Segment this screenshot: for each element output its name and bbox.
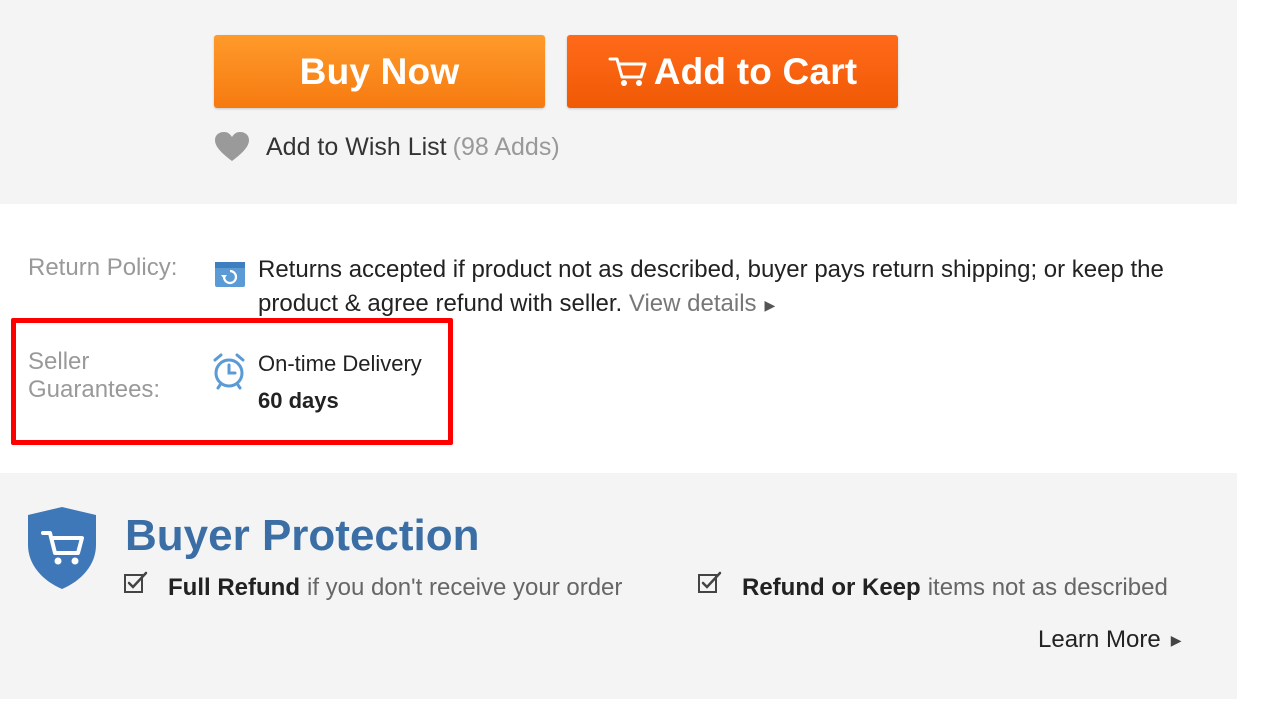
add-to-wish-list-link[interactable]: Add to Wish List (98 Adds) bbox=[214, 128, 560, 166]
refund-or-keep-item: Refund or Keep items not as described bbox=[698, 571, 1168, 602]
wish-list-count: (98 Adds) bbox=[452, 132, 560, 161]
alarm-clock-icon bbox=[212, 352, 246, 390]
return-icon bbox=[214, 258, 246, 288]
wish-list-label: Add to Wish List bbox=[266, 132, 447, 161]
shield-cart-icon bbox=[26, 505, 98, 591]
learn-more-link[interactable]: Learn More ▶ bbox=[1038, 626, 1182, 654]
on-time-delivery-label: On-time Delivery bbox=[258, 351, 422, 376]
buy-now-button[interactable]: Buy Now bbox=[214, 35, 545, 108]
heart-icon bbox=[214, 131, 250, 163]
seller-guarantees-label: Seller Guarantees: bbox=[28, 348, 161, 403]
refund-or-keep-text: items not as described bbox=[927, 574, 1168, 601]
full-refund-item: Full Refund if you don't receive your or… bbox=[124, 571, 623, 602]
cart-icon bbox=[608, 55, 648, 89]
add-to-cart-label: Add to Cart bbox=[653, 50, 858, 92]
checkbox-icon bbox=[698, 571, 722, 593]
caret-right-icon: ▶ bbox=[764, 296, 776, 313]
buy-now-label: Buy Now bbox=[299, 50, 460, 92]
return-policy-text: Returns accepted if product not as descr… bbox=[258, 253, 1228, 322]
add-to-cart-button[interactable]: Add to Cart bbox=[567, 35, 898, 108]
refund-or-keep-label: Refund or Keep bbox=[742, 574, 921, 601]
learn-more-label: Learn More bbox=[1038, 626, 1161, 653]
full-refund-label: Full Refund bbox=[168, 574, 300, 601]
full-refund-text: if you don't receive your order bbox=[306, 574, 623, 601]
checkbox-icon bbox=[124, 571, 148, 593]
buyer-protection-title: Buyer Protection bbox=[125, 511, 480, 560]
view-details-link[interactable]: View details ▶ bbox=[629, 290, 775, 317]
delivery-days: 60 days bbox=[258, 388, 339, 413]
return-policy-label: Return Policy: bbox=[28, 254, 178, 281]
caret-right-icon: ▶ bbox=[1170, 632, 1182, 649]
view-details-label: View details bbox=[628, 290, 757, 317]
